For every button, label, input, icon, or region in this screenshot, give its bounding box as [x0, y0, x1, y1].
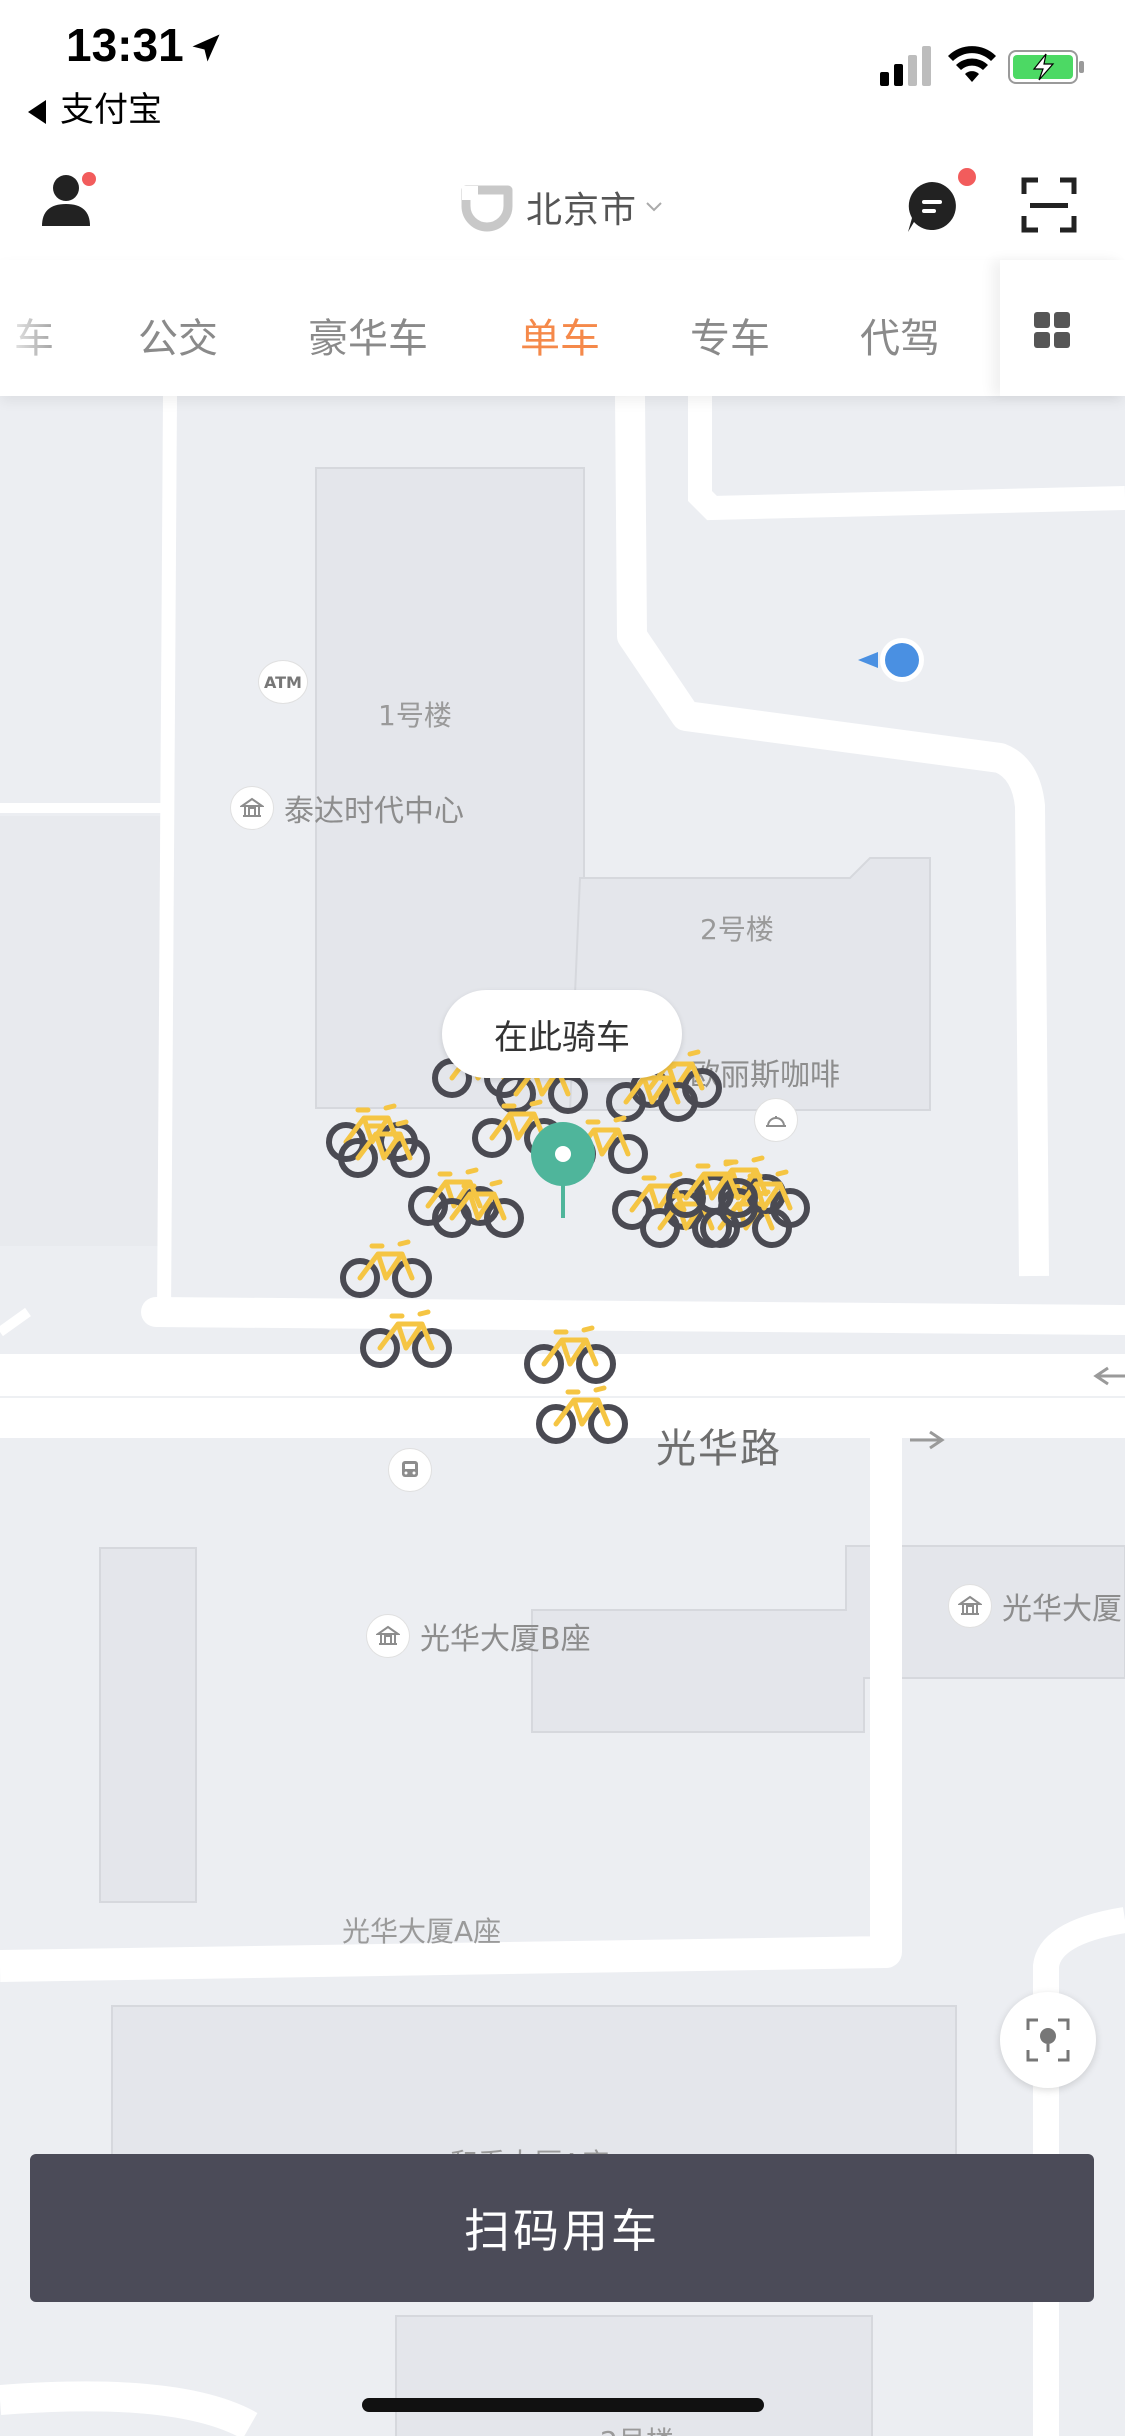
wifi-icon — [948, 46, 996, 82]
chevron-down-icon — [646, 202, 662, 212]
didi-logo-icon — [461, 185, 513, 232]
service-tabs: 车 公交 豪华车 单车 专车 代驾 — [0, 260, 1125, 396]
home-indicator[interactable] — [362, 2398, 764, 2412]
building-icon — [230, 786, 274, 830]
location-arrow-icon — [192, 34, 220, 62]
bus-stop[interactable] — [388, 1448, 442, 1492]
building-label: 2号楼 — [700, 913, 774, 946]
atm-icon: ATM — [258, 660, 308, 704]
bike-icon[interactable] — [666, 1156, 758, 1218]
bike-icon[interactable] — [432, 1176, 524, 1238]
message-bubble-icon — [908, 182, 956, 232]
bike-icon[interactable] — [536, 1382, 628, 1444]
city-selector[interactable]: 北京市 — [458, 182, 663, 232]
food-service-icon — [754, 1098, 798, 1142]
poi-cafe-marker[interactable] — [754, 1098, 808, 1142]
building-icon — [948, 1584, 992, 1628]
app-header: 北京市 — [0, 140, 1125, 260]
building-label: 1号楼 — [378, 699, 452, 732]
battery-charging-icon — [1008, 50, 1084, 84]
poi-taida[interactable]: 泰达时代中心 — [230, 786, 464, 830]
more-services-button[interactable] — [1000, 260, 1125, 396]
bike-icon[interactable] — [360, 1306, 452, 1368]
back-to-app-link[interactable]: 支付宝 — [28, 82, 162, 131]
grid-icon — [1034, 312, 1070, 348]
ride-here-tooltip[interactable]: 在此骑车 — [442, 990, 682, 1078]
poi-atm[interactable]: ATM — [258, 660, 308, 704]
tab-bike[interactable]: 单车 — [520, 306, 600, 364]
status-time: 13:31 — [66, 19, 184, 71]
poi-label: 光华大厦 — [1002, 1592, 1122, 1627]
bike-icon[interactable] — [524, 1322, 616, 1384]
city-name: 北京市 — [526, 190, 638, 231]
status-bar: 13:31 支付宝 — [0, 0, 1125, 140]
scan-to-ride-button[interactable]: 扫码用车 — [30, 2154, 1094, 2302]
poi-label: 光华大厦B座 — [420, 1622, 591, 1657]
building-label: 光华大厦A座 — [342, 1915, 502, 1948]
scan-icon[interactable] — [1020, 176, 1078, 234]
locate-icon — [1026, 2018, 1070, 2062]
poi-guanghua-b[interactable]: 光华大厦B座 — [366, 1614, 591, 1658]
tab-designated-driver[interactable]: 代驾 — [860, 306, 940, 364]
bike-icon[interactable] — [340, 1236, 432, 1298]
message-badge — [958, 168, 976, 186]
map-pin-icon[interactable] — [528, 1120, 598, 1220]
locate-me-button[interactable] — [1000, 1992, 1096, 2088]
poi-label: 泰达时代中心 — [284, 794, 464, 829]
current-location-icon — [858, 638, 924, 682]
notification-badge — [82, 172, 96, 186]
building-label: 2号楼 — [600, 2420, 674, 2436]
tab-bus[interactable]: 公交 — [138, 306, 218, 364]
messages-button[interactable] — [902, 168, 976, 236]
bus-icon — [388, 1448, 432, 1492]
road-label: 光华路 — [656, 1426, 782, 1472]
tab-luxury[interactable]: 豪华车 — [308, 306, 428, 364]
tab-premier[interactable]: 专车 — [690, 306, 770, 364]
back-app-label: 支付宝 — [60, 90, 162, 130]
back-triangle-icon — [28, 99, 46, 124]
map-view[interactable]: 1号楼 2号楼 光华大厦A座 和乔大厦A座 2号楼 ATM 泰达时代中心 欧丽斯… — [0, 396, 1125, 2436]
poi-guanghua-right[interactable]: 光华大厦 — [948, 1584, 1122, 1628]
profile-button[interactable] — [40, 172, 100, 236]
building-icon — [366, 1614, 410, 1658]
cellular-signal-icon — [880, 46, 931, 86]
